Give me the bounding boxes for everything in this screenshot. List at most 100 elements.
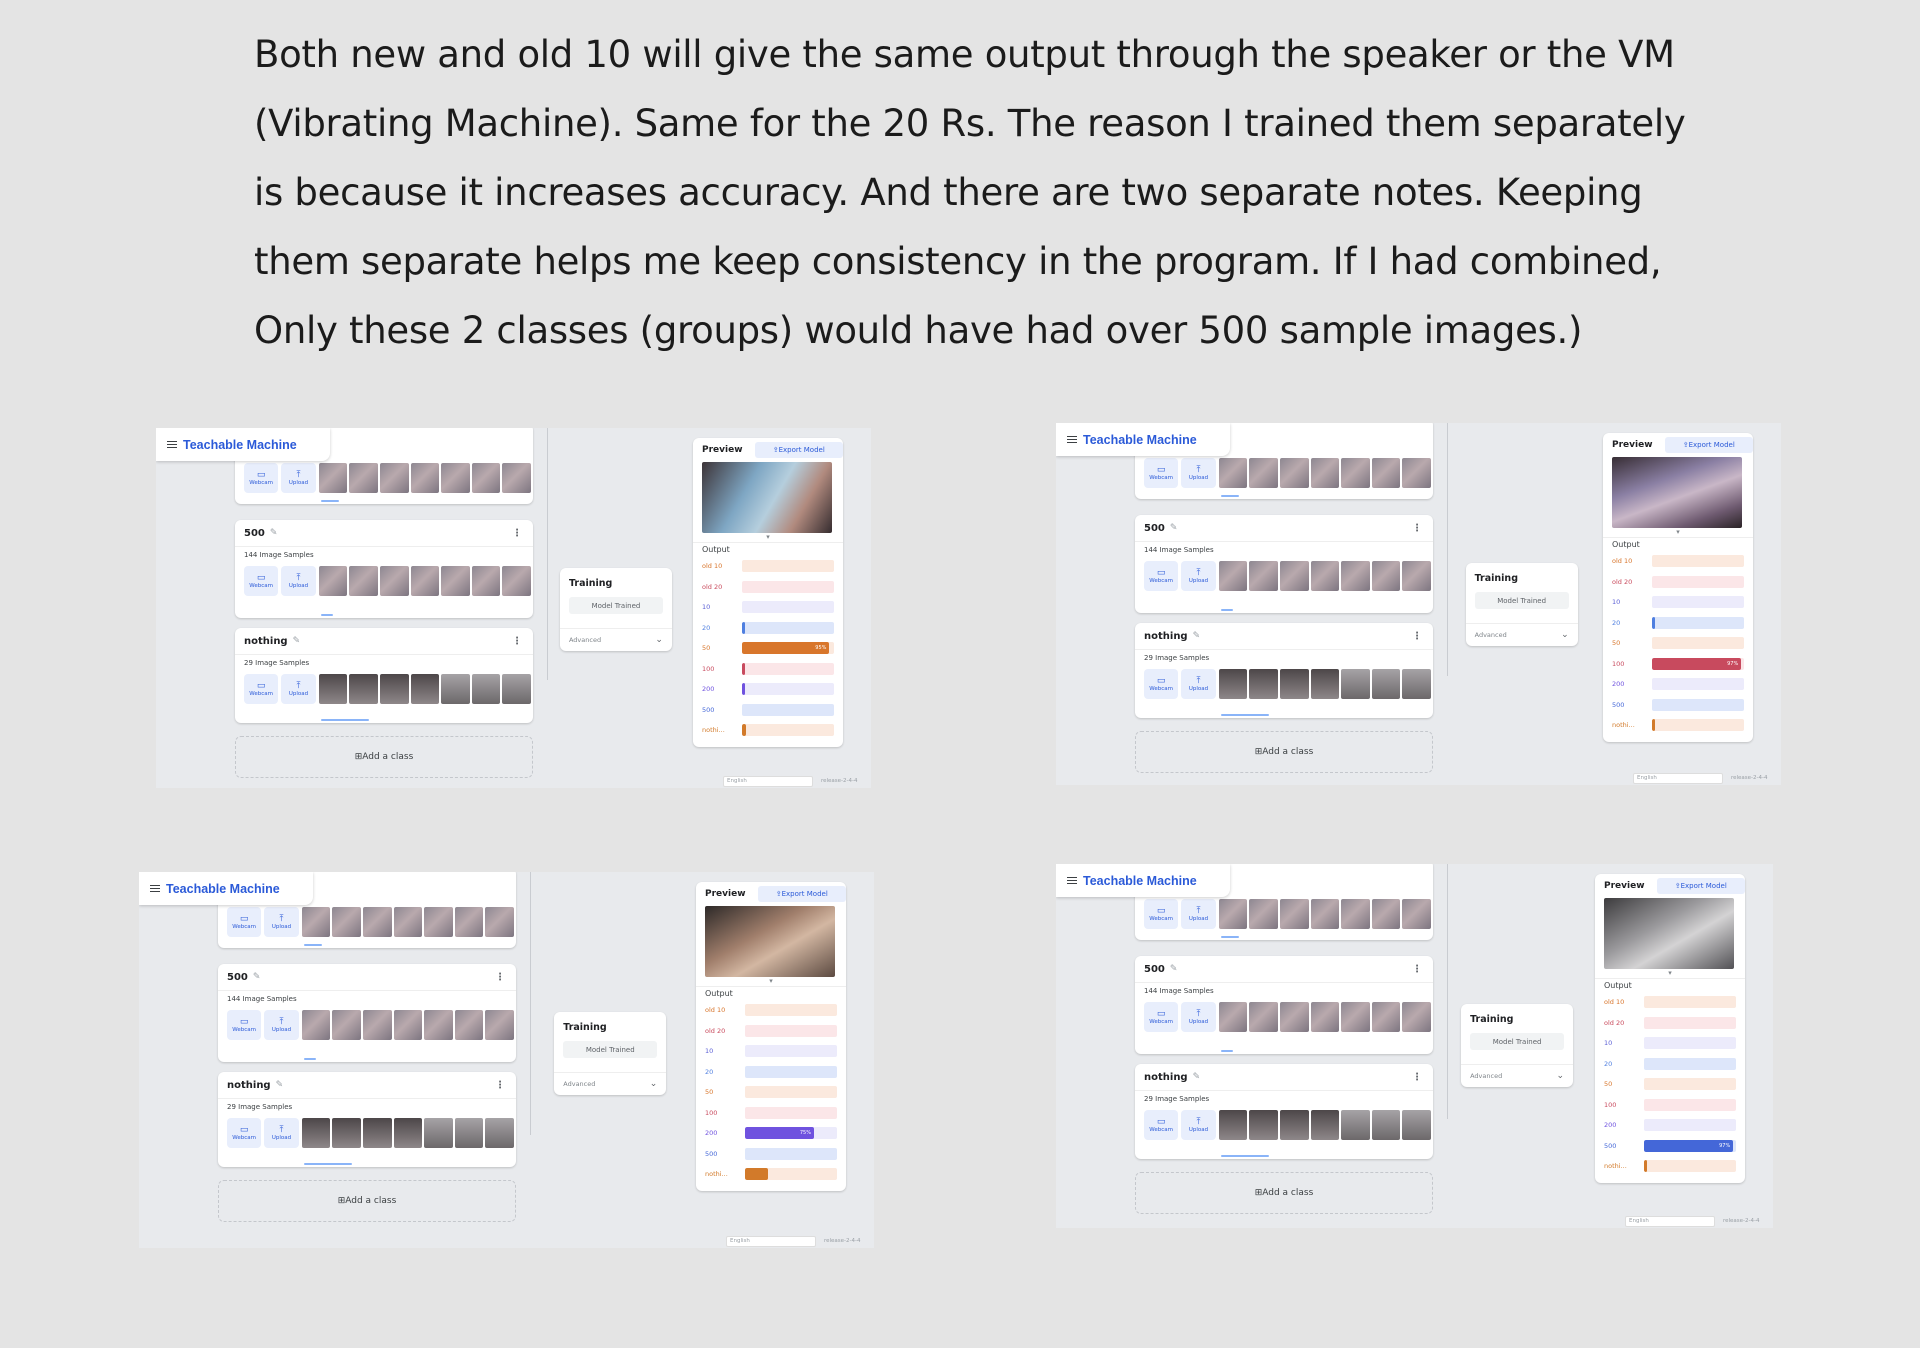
model-trained-button[interactable]: Model Trained bbox=[563, 1041, 658, 1058]
webcam-button[interactable]: ▭ Webcam bbox=[244, 566, 279, 596]
edit-icon[interactable]: ✎ bbox=[1170, 964, 1178, 974]
sample-thumbnail[interactable] bbox=[1218, 458, 1248, 488]
sample-thumbnail[interactable] bbox=[471, 566, 501, 596]
sample-thumbnail[interactable] bbox=[1371, 1110, 1401, 1140]
sample-thumbnail[interactable] bbox=[393, 1010, 423, 1040]
upload-button[interactable]: ⤒ Upload bbox=[281, 463, 316, 493]
upload-button[interactable]: ⤒ Upload bbox=[264, 907, 299, 937]
sample-thumbnail[interactable] bbox=[485, 907, 514, 937]
sample-thumbnail[interactable] bbox=[393, 907, 423, 937]
sample-thumbnail[interactable] bbox=[1249, 561, 1278, 591]
upload-button[interactable]: ⤒ Upload bbox=[1181, 1002, 1216, 1032]
sample-thumbnail[interactable] bbox=[1310, 669, 1340, 699]
model-trained-button[interactable]: Model Trained bbox=[1470, 1033, 1565, 1050]
add-class-button[interactable]: ⊞ Add a class bbox=[218, 1180, 516, 1222]
sample-thumbnail[interactable] bbox=[301, 1010, 331, 1040]
sample-thumbnail[interactable] bbox=[502, 463, 531, 493]
webcam-button[interactable]: ▭ Webcam bbox=[227, 1118, 262, 1148]
sample-thumbnail[interactable] bbox=[379, 674, 409, 704]
export-model-button[interactable]: ⇪ Export Model bbox=[1664, 437, 1753, 453]
more-options-icon[interactable]: ⋮ bbox=[1412, 631, 1422, 642]
sample-thumbnail[interactable] bbox=[1249, 458, 1278, 488]
sample-thumbnail[interactable] bbox=[332, 1118, 361, 1148]
sample-thumbnail[interactable] bbox=[1371, 669, 1401, 699]
more-options-icon[interactable]: ⋮ bbox=[1412, 523, 1422, 534]
upload-button[interactable]: ⤒ Upload bbox=[1181, 899, 1216, 929]
export-model-button[interactable]: ⇪ Export Model bbox=[754, 442, 843, 458]
sample-thumbnail[interactable] bbox=[1218, 669, 1248, 699]
more-options-icon[interactable]: ⋮ bbox=[512, 528, 522, 539]
sample-thumbnail[interactable] bbox=[424, 1010, 453, 1040]
sample-thumbnail[interactable] bbox=[441, 674, 470, 704]
language-select[interactable]: English bbox=[1625, 1216, 1715, 1227]
sample-thumbnail[interactable] bbox=[1371, 458, 1401, 488]
sample-thumbnail[interactable] bbox=[1402, 899, 1431, 929]
sample-thumbnail[interactable] bbox=[454, 1010, 484, 1040]
upload-button[interactable]: ⤒ Upload bbox=[1181, 1110, 1216, 1140]
edit-icon[interactable]: ✎ bbox=[1193, 1072, 1201, 1082]
advanced-toggle[interactable]: Advanced ⌄ bbox=[1465, 623, 1578, 646]
sample-thumbnail[interactable] bbox=[410, 674, 440, 704]
sample-thumbnail[interactable] bbox=[379, 463, 409, 493]
sample-thumbnail[interactable] bbox=[454, 1118, 484, 1148]
webcam-button[interactable]: ▭ Webcam bbox=[1144, 1110, 1179, 1140]
sample-thumbnail[interactable] bbox=[441, 463, 470, 493]
sample-thumbnail[interactable] bbox=[349, 566, 378, 596]
sample-thumbnail[interactable] bbox=[1371, 561, 1401, 591]
sample-thumbnail[interactable] bbox=[301, 907, 331, 937]
sample-thumbnail[interactable] bbox=[1341, 669, 1370, 699]
menu-icon[interactable] bbox=[1067, 435, 1077, 444]
sample-thumbnail[interactable] bbox=[1371, 1002, 1401, 1032]
sample-thumbnail[interactable] bbox=[1402, 458, 1431, 488]
sample-thumbnail[interactable] bbox=[318, 566, 348, 596]
add-class-button[interactable]: ⊞ Add a class bbox=[1135, 1172, 1433, 1214]
sample-thumbnail[interactable] bbox=[441, 566, 470, 596]
sample-thumbnail[interactable] bbox=[379, 566, 409, 596]
sample-thumbnail[interactable] bbox=[1249, 899, 1278, 929]
class-name[interactable]: 500 bbox=[227, 972, 248, 983]
sample-thumbnail[interactable] bbox=[471, 463, 501, 493]
sample-thumbnail[interactable] bbox=[1279, 1110, 1309, 1140]
add-class-button[interactable]: ⊞ Add a class bbox=[235, 736, 533, 778]
edit-icon[interactable]: ✎ bbox=[276, 1080, 284, 1090]
upload-button[interactable]: ⤒ Upload bbox=[281, 566, 316, 596]
sample-thumbnail[interactable] bbox=[485, 1118, 514, 1148]
class-name[interactable]: 500 bbox=[1144, 964, 1165, 975]
upload-button[interactable]: ⤒ Upload bbox=[264, 1010, 299, 1040]
add-class-button[interactable]: ⊞ Add a class bbox=[1135, 731, 1433, 773]
sample-thumbnail[interactable] bbox=[362, 907, 392, 937]
sample-thumbnail[interactable] bbox=[1218, 1002, 1248, 1032]
sample-thumbnail[interactable] bbox=[1310, 1110, 1340, 1140]
sample-thumbnail[interactable] bbox=[424, 1118, 453, 1148]
class-name[interactable]: nothing bbox=[227, 1080, 271, 1091]
webcam-button[interactable]: ▭ Webcam bbox=[244, 463, 279, 493]
export-model-button[interactable]: ⇪ Export Model bbox=[757, 886, 846, 902]
sample-thumbnail[interactable] bbox=[1402, 561, 1431, 591]
menu-icon[interactable] bbox=[1067, 876, 1077, 885]
upload-button[interactable]: ⤒ Upload bbox=[1181, 669, 1216, 699]
sample-thumbnail[interactable] bbox=[362, 1118, 392, 1148]
webcam-button[interactable]: ▭ Webcam bbox=[1144, 561, 1179, 591]
sample-thumbnail[interactable] bbox=[332, 1010, 361, 1040]
export-model-button[interactable]: ⇪ Export Model bbox=[1656, 878, 1745, 894]
sample-thumbnail[interactable] bbox=[1249, 1002, 1278, 1032]
sample-thumbnail[interactable] bbox=[1341, 1110, 1370, 1140]
edit-icon[interactable]: ✎ bbox=[270, 528, 278, 538]
sample-thumbnail[interactable] bbox=[1310, 899, 1340, 929]
sample-thumbnail[interactable] bbox=[1341, 458, 1370, 488]
sample-thumbnail[interactable] bbox=[318, 463, 348, 493]
webcam-button[interactable]: ▭ Webcam bbox=[1144, 1002, 1179, 1032]
more-options-icon[interactable]: ⋮ bbox=[1412, 1072, 1422, 1083]
advanced-toggle[interactable]: Advanced ⌄ bbox=[559, 628, 672, 651]
sample-thumbnail[interactable] bbox=[1279, 561, 1309, 591]
more-options-icon[interactable]: ⋮ bbox=[495, 972, 505, 983]
sample-thumbnail[interactable] bbox=[1249, 1110, 1278, 1140]
upload-button[interactable]: ⤒ Upload bbox=[264, 1118, 299, 1148]
sample-thumbnail[interactable] bbox=[424, 907, 453, 937]
model-trained-button[interactable]: Model Trained bbox=[568, 597, 663, 614]
sample-thumbnail[interactable] bbox=[471, 674, 501, 704]
advanced-toggle[interactable]: Advanced ⌄ bbox=[1461, 1064, 1574, 1087]
sample-thumbnail[interactable] bbox=[1402, 669, 1431, 699]
sample-thumbnail[interactable] bbox=[1310, 561, 1340, 591]
sample-thumbnail[interactable] bbox=[1310, 1002, 1340, 1032]
